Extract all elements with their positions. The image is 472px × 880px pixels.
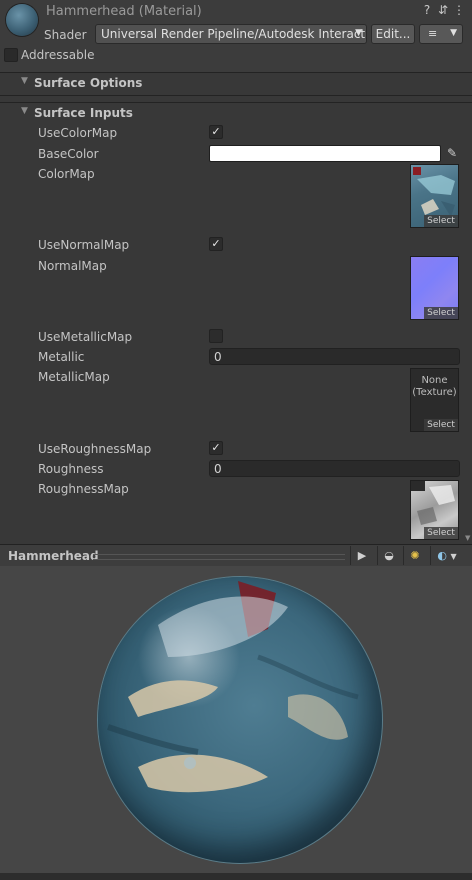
- use-roughness-map-checkbox[interactable]: ✓: [209, 441, 223, 455]
- play-icon[interactable]: ▶: [350, 546, 373, 565]
- eyedropper-icon[interactable]: ✎: [444, 145, 460, 161]
- use-metallic-map-checkbox[interactable]: [209, 329, 223, 343]
- preview-drag-handle[interactable]: [93, 554, 345, 560]
- preset-settings-icon[interactable]: ⇵: [436, 3, 450, 17]
- shader-dropdown-value: Universal Render Pipeline/Autodesk Inter…: [101, 27, 367, 41]
- surface-inputs-label: Surface Inputs: [34, 106, 133, 120]
- normal-map-label: NormalMap: [38, 259, 107, 273]
- material-thumbnail: [6, 4, 38, 36]
- use-metallic-map-label: UseMetallicMap: [38, 330, 133, 344]
- preview-mesh-icon[interactable]: ◒: [377, 546, 400, 565]
- more-options-icon[interactable]: ⋮: [452, 3, 466, 17]
- chevron-down-icon: ▼: [450, 28, 457, 38]
- bottom-bar: [0, 873, 472, 880]
- surface-options-foldout[interactable]: ▼ Surface Options: [0, 73, 472, 95]
- edit-shader-button[interactable]: Edit...: [371, 24, 415, 44]
- scroll-down-arrow-icon[interactable]: ▼: [465, 534, 470, 542]
- select-button[interactable]: Select: [424, 419, 458, 431]
- use-roughness-map-label: UseRoughnessMap: [38, 442, 152, 456]
- preview-toolbar: Hammerhead ▶ ◒ ✺ ◐ ▼: [0, 544, 472, 567]
- chevron-down-icon: ▼: [355, 28, 362, 38]
- preview-background-icon: ◐: [437, 549, 447, 562]
- select-button[interactable]: Select: [424, 307, 458, 319]
- metallic-label: Metallic: [38, 350, 85, 364]
- use-normal-map-label: UseNormalMap: [38, 238, 130, 252]
- shader-label: Shader: [44, 28, 87, 42]
- divider: [0, 95, 472, 96]
- normal-map-texture-slot[interactable]: Select: [410, 256, 459, 320]
- material-title: Hammerhead (Material): [46, 4, 202, 19]
- select-button[interactable]: Select: [424, 215, 458, 227]
- surface-inputs-foldout[interactable]: ▼ Surface Inputs: [0, 103, 472, 125]
- addressable-checkbox[interactable]: [4, 48, 18, 62]
- foldout-arrow-icon: ▼: [21, 106, 28, 116]
- use-color-map-checkbox[interactable]: ✓: [209, 125, 223, 139]
- material-preview-sphere: [98, 577, 382, 863]
- shader-dropdown[interactable]: Universal Render Pipeline/Autodesk Inter…: [95, 24, 367, 44]
- none-texture-line2: (Texture): [412, 387, 457, 398]
- list-options-button[interactable]: ≡ ▼: [419, 24, 463, 44]
- roughness-label: Roughness: [38, 462, 104, 476]
- preview-background-dropdown[interactable]: ◐ ▼: [430, 546, 463, 565]
- metallic-map-texture-slot[interactable]: None (Texture) Select: [410, 368, 459, 432]
- foldout-arrow-icon: ▼: [21, 76, 28, 86]
- color-map-texture-slot[interactable]: Select: [410, 164, 459, 228]
- none-texture-text: None (Texture): [411, 375, 458, 399]
- addressable-label: Addressable: [21, 48, 95, 62]
- list-icon: ≡: [428, 27, 438, 40]
- use-normal-map-checkbox[interactable]: ✓: [209, 237, 223, 251]
- select-button[interactable]: Select: [424, 527, 458, 539]
- use-color-map-label: UseColorMap: [38, 126, 118, 140]
- color-map-label: ColorMap: [38, 167, 95, 181]
- preview-title: Hammerhead: [8, 549, 99, 563]
- metallic-field[interactable]: 0: [209, 348, 460, 365]
- sphere-texture-detail: [107, 581, 359, 793]
- metallic-map-label: MetallicMap: [38, 370, 110, 384]
- base-color-label: BaseColor: [38, 147, 99, 161]
- roughness-map-texture-slot[interactable]: Select: [410, 480, 459, 540]
- surface-options-label: Surface Options: [34, 76, 143, 90]
- roughness-field[interactable]: 0: [209, 460, 460, 477]
- base-color-swatch[interactable]: [209, 145, 441, 162]
- help-icon[interactable]: ?: [420, 3, 434, 17]
- inspector-header: Hammerhead (Material) ? ⇵ ⋮ Shader Unive…: [0, 0, 472, 72]
- roughness-map-label: RoughnessMap: [38, 482, 129, 496]
- none-texture-line1: None: [421, 375, 448, 386]
- preview-lights-icon[interactable]: ✺: [403, 546, 426, 565]
- chevron-down-icon: ▼: [450, 552, 457, 561]
